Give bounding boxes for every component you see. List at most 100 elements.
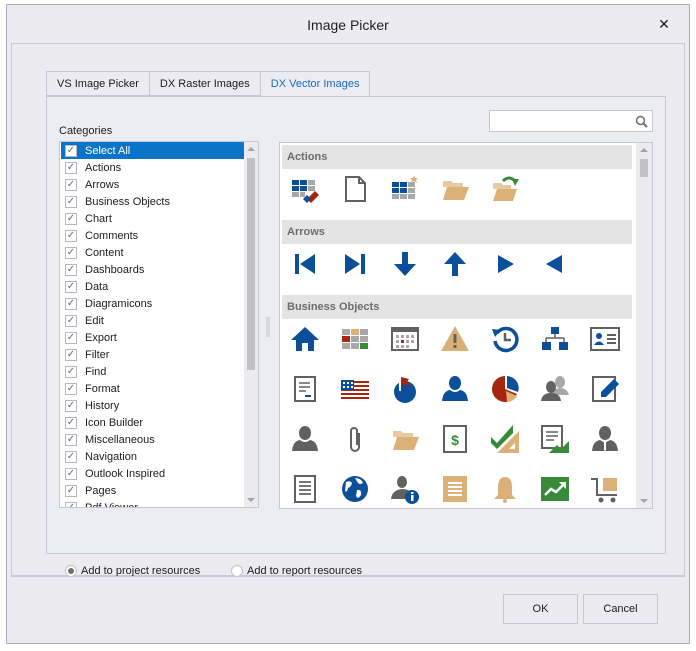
gallery-item[interactable] bbox=[437, 171, 473, 207]
category-item[interactable]: ✓ Format bbox=[61, 380, 245, 397]
tab-dx-vector-images[interactable]: DX Vector Images bbox=[259, 71, 371, 97]
checkbox[interactable]: ✓ bbox=[65, 314, 77, 327]
checkbox[interactable]: ✓ bbox=[65, 416, 77, 429]
gallery-item[interactable] bbox=[587, 421, 623, 457]
category-item[interactable]: ✓ Edit bbox=[61, 312, 245, 329]
checkbox[interactable]: ✓ bbox=[65, 467, 77, 480]
gallery-item[interactable] bbox=[387, 171, 423, 207]
category-item[interactable]: ✓ Export bbox=[61, 329, 245, 346]
category-item[interactable]: ✓ Arrows bbox=[61, 176, 245, 193]
checkbox[interactable]: ✓ bbox=[65, 178, 77, 191]
categories-scrollbar[interactable] bbox=[244, 142, 258, 507]
gallery-item[interactable] bbox=[287, 321, 323, 357]
checkbox[interactable]: ✓ bbox=[65, 501, 77, 507]
gallery-item[interactable] bbox=[337, 171, 373, 207]
gallery-item[interactable] bbox=[487, 246, 523, 282]
gallery-item[interactable] bbox=[437, 471, 473, 507]
scroll-down-button[interactable] bbox=[636, 494, 652, 508]
gallery-item[interactable] bbox=[437, 321, 473, 357]
gallery-item[interactable] bbox=[537, 246, 573, 282]
gallery-item[interactable] bbox=[537, 321, 573, 357]
category-item[interactable]: ✓ Select All bbox=[61, 142, 245, 159]
checkbox[interactable]: ✓ bbox=[65, 484, 77, 497]
checkbox[interactable]: ✓ bbox=[65, 450, 77, 463]
gallery-scrollbar[interactable] bbox=[636, 143, 652, 508]
gallery-item[interactable] bbox=[337, 421, 373, 457]
gallery-item[interactable] bbox=[487, 171, 523, 207]
gallery-item[interactable] bbox=[437, 246, 473, 282]
checkbox[interactable]: ✓ bbox=[65, 212, 77, 225]
gallery-item[interactable] bbox=[387, 246, 423, 282]
gallery-item[interactable] bbox=[287, 471, 323, 507]
gallery-item[interactable] bbox=[387, 371, 423, 407]
category-item[interactable]: ✓ Miscellaneous bbox=[61, 431, 245, 448]
gallery-item[interactable] bbox=[487, 321, 523, 357]
scroll-up-button[interactable] bbox=[244, 142, 258, 156]
gallery-item[interactable] bbox=[337, 246, 373, 282]
ok-button[interactable]: OK bbox=[503, 594, 578, 624]
scroll-up-button[interactable] bbox=[636, 143, 652, 157]
category-item[interactable]: ✓ Pdf Viewer bbox=[61, 499, 245, 507]
checkbox[interactable]: ✓ bbox=[65, 365, 77, 378]
tab-dx-raster-images[interactable]: DX Raster Images bbox=[148, 71, 260, 96]
search-input[interactable] bbox=[490, 111, 630, 131]
category-item[interactable]: ✓ Pages bbox=[61, 482, 245, 499]
search-icon[interactable] bbox=[635, 115, 648, 128]
splitter-handle[interactable] bbox=[266, 317, 270, 337]
checkbox[interactable]: ✓ bbox=[65, 144, 77, 157]
gallery-item[interactable] bbox=[287, 371, 323, 407]
category-item[interactable]: ✓ History bbox=[61, 397, 245, 414]
cancel-button[interactable]: Cancel bbox=[583, 594, 658, 624]
gallery-item[interactable] bbox=[337, 471, 373, 507]
tab-vs-image-picker[interactable]: VS Image Picker bbox=[46, 71, 149, 96]
category-item[interactable]: ✓ Outlook Inspired bbox=[61, 465, 245, 482]
checkbox[interactable]: ✓ bbox=[65, 297, 77, 310]
gallery-item[interactable] bbox=[587, 371, 623, 407]
category-item[interactable]: ✓ Comments bbox=[61, 227, 245, 244]
category-item[interactable]: ✓ Chart bbox=[61, 210, 245, 227]
gallery-item[interactable] bbox=[537, 421, 573, 457]
category-item[interactable]: ✓ Navigation bbox=[61, 448, 245, 465]
checkbox[interactable]: ✓ bbox=[65, 161, 77, 174]
checkbox[interactable]: ✓ bbox=[65, 399, 77, 412]
gallery-item[interactable] bbox=[387, 421, 423, 457]
gallery-item[interactable] bbox=[387, 471, 423, 507]
category-item[interactable]: ✓ Filter bbox=[61, 346, 245, 363]
gallery-item[interactable] bbox=[537, 371, 573, 407]
category-item[interactable]: ✓ Data bbox=[61, 278, 245, 295]
category-item[interactable]: ✓ Icon Builder bbox=[61, 414, 245, 431]
scroll-thumb[interactable] bbox=[640, 159, 648, 177]
gallery-item[interactable] bbox=[487, 421, 523, 457]
checkbox[interactable]: ✓ bbox=[65, 348, 77, 361]
checkbox[interactable]: ✓ bbox=[65, 263, 77, 276]
gallery-item[interactable] bbox=[287, 421, 323, 457]
gallery-item[interactable] bbox=[287, 171, 323, 207]
gallery-item[interactable] bbox=[437, 371, 473, 407]
category-item[interactable]: ✓ Diagramicons bbox=[61, 295, 245, 312]
scroll-thumb[interactable] bbox=[247, 158, 255, 370]
category-item[interactable]: ✓ Business Objects bbox=[61, 193, 245, 210]
scroll-down-button[interactable] bbox=[244, 493, 258, 507]
gallery-item[interactable] bbox=[337, 371, 373, 407]
gallery-item[interactable] bbox=[537, 471, 573, 507]
gallery-item[interactable]: $ bbox=[437, 421, 473, 457]
category-item[interactable]: ✓ Find bbox=[61, 363, 245, 380]
gallery-item[interactable] bbox=[487, 471, 523, 507]
gallery-item[interactable] bbox=[587, 321, 623, 357]
checkbox[interactable]: ✓ bbox=[65, 229, 77, 242]
category-item[interactable]: ✓ Actions bbox=[61, 159, 245, 176]
gallery-item[interactable] bbox=[387, 321, 423, 357]
gallery-item[interactable] bbox=[337, 321, 373, 357]
checkbox[interactable]: ✓ bbox=[65, 331, 77, 344]
checkbox[interactable]: ✓ bbox=[65, 246, 77, 259]
gallery-item[interactable] bbox=[287, 246, 323, 282]
gallery-item[interactable] bbox=[587, 471, 623, 507]
checkbox[interactable]: ✓ bbox=[65, 382, 77, 395]
category-item[interactable]: ✓ Dashboards bbox=[61, 261, 245, 278]
checkbox[interactable]: ✓ bbox=[65, 280, 77, 293]
close-button[interactable]: ✕ bbox=[655, 15, 673, 33]
gallery-item[interactable] bbox=[487, 371, 523, 407]
checkbox[interactable]: ✓ bbox=[65, 433, 77, 446]
category-item[interactable]: ✓ Content bbox=[61, 244, 245, 261]
checkbox[interactable]: ✓ bbox=[65, 195, 77, 208]
